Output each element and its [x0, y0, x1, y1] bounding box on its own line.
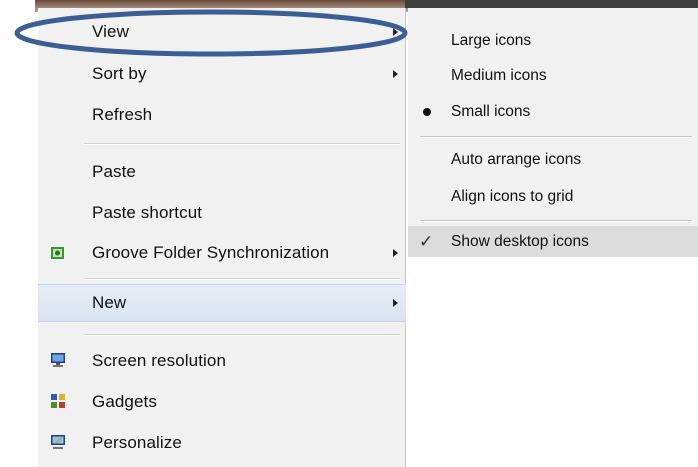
submenu-item-label: Align icons to grid: [451, 188, 574, 205]
submenu-item-label: Small icons: [451, 103, 531, 120]
submenu-item-align-icons-to-grid[interactable]: Align icons to grid: [408, 180, 698, 214]
wallpaper-strip-right: [405, 0, 698, 8]
submenu-separator: [420, 136, 692, 138]
menu-item-gadgets[interactable]: Gadgets: [38, 383, 406, 421]
submenu-item-small-icons[interactable]: Small icons: [408, 95, 698, 129]
menu-item-label: Gadgets: [92, 392, 157, 411]
radio-bullet-icon: [423, 108, 431, 116]
menu-item-sort-by[interactable]: Sort by: [38, 55, 406, 93]
screen-resolution-icon: [51, 353, 65, 367]
submenu-arrow-icon: [393, 249, 398, 257]
view-submenu: Large icons Medium icons Small icons Aut…: [408, 8, 698, 257]
menu-item-groove-folder-synchronization[interactable]: Groove Folder Synchronization: [38, 234, 406, 272]
menu-item-refresh[interactable]: Refresh: [38, 96, 406, 134]
menu-separator: [84, 143, 400, 145]
menu-item-label: Paste: [92, 162, 136, 181]
menu-item-screen-resolution[interactable]: Screen resolution: [38, 342, 406, 380]
gadgets-icon: [51, 394, 65, 408]
submenu-item-label: Medium icons: [451, 67, 547, 84]
submenu-separator: [420, 220, 692, 222]
menu-item-label: Sort by: [92, 64, 147, 83]
menu-separator: [84, 278, 400, 280]
submenu-arrow-icon: [393, 299, 398, 307]
groove-icon: [51, 247, 64, 259]
menu-item-new[interactable]: New: [38, 284, 406, 322]
submenu-item-show-desktop-icons[interactable]: ✓ Show desktop icons: [408, 226, 698, 257]
personalize-icon: [51, 435, 65, 449]
menu-separator: [84, 334, 400, 336]
menu-item-label: Paste shortcut: [92, 203, 203, 222]
menu-item-paste-shortcut[interactable]: Paste shortcut: [38, 194, 406, 232]
menu-item-label: Groove Folder Synchronization: [92, 243, 330, 262]
submenu-arrow-icon: [393, 70, 398, 78]
submenu-item-medium-icons[interactable]: Medium icons: [408, 59, 698, 93]
checkmark-icon: ✓: [419, 231, 434, 251]
menu-item-label: Personalize: [92, 433, 182, 452]
submenu-item-label: Large icons: [451, 32, 532, 49]
menu-item-label: Screen resolution: [92, 351, 226, 370]
submenu-item-label: Show desktop icons: [451, 232, 589, 250]
menu-item-paste[interactable]: Paste: [38, 153, 406, 191]
menu-item-label: Refresh: [92, 105, 153, 124]
desktop-context-menu: View Sort by Refresh Paste Paste shortcu…: [38, 8, 406, 467]
menu-item-personalize[interactable]: Personalize: [38, 424, 406, 462]
submenu-item-auto-arrange-icons[interactable]: Auto arrange icons: [408, 143, 698, 177]
submenu-item-large-icons[interactable]: Large icons: [408, 24, 698, 58]
annotation-ellipse: [14, 9, 408, 57]
submenu-item-label: Auto arrange icons: [451, 151, 582, 168]
menu-item-label: New: [92, 293, 127, 312]
